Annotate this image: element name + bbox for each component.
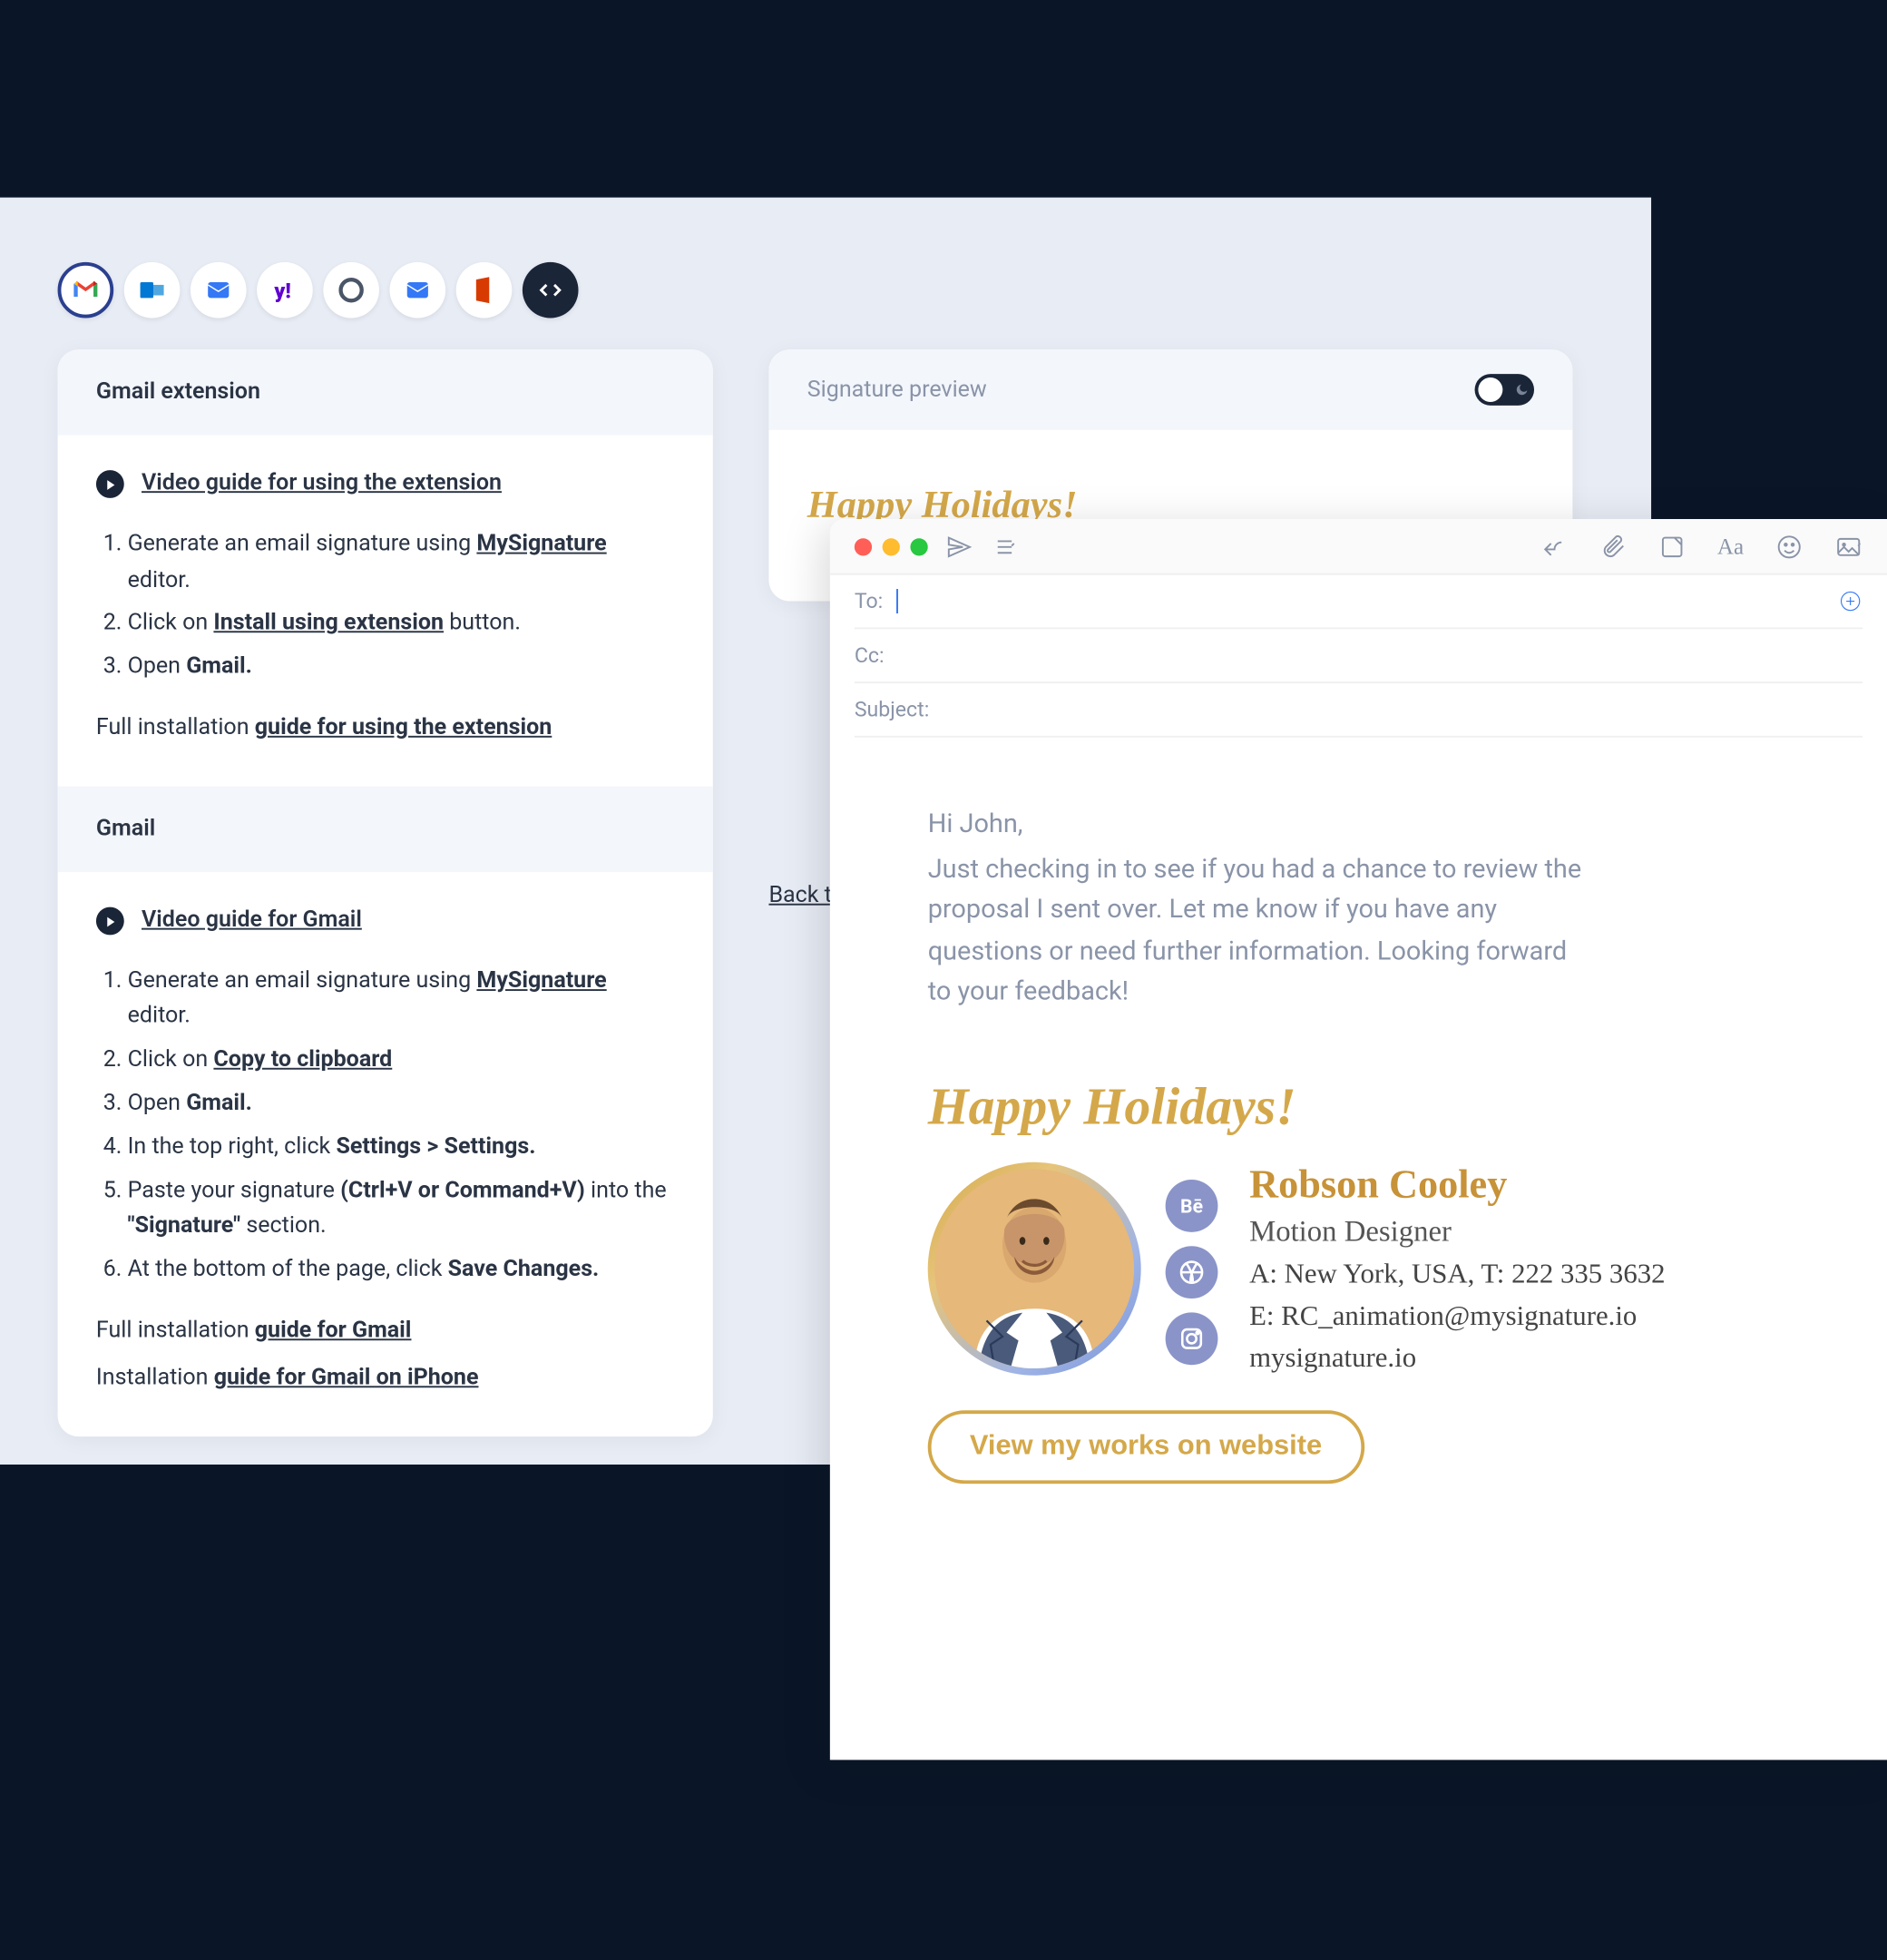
- play-icon: [96, 907, 124, 936]
- gmail-steps: Generate an email signature using MySign…: [96, 964, 675, 1289]
- send-icon[interactable]: [945, 532, 973, 560]
- email-client-selector: y!: [58, 262, 579, 318]
- signature-title: Happy Holidays!: [928, 1078, 1790, 1137]
- compose-icon[interactable]: [1657, 532, 1686, 560]
- email-greeting: Hi John,: [928, 808, 1790, 839]
- client-yahoo-icon[interactable]: y!: [257, 262, 313, 318]
- dribbble-icon[interactable]: [1166, 1246, 1218, 1298]
- email-toolbar: Aa: [830, 519, 1887, 575]
- list-icon[interactable]: [991, 532, 1019, 560]
- guide-iphone-link[interactable]: guide for Gmail on iPhone: [214, 1365, 479, 1391]
- client-gmail-icon[interactable]: [58, 262, 114, 318]
- full-guide-extension: Full installation guide for using the ex…: [96, 711, 675, 748]
- to-field[interactable]: To:: [855, 575, 1863, 630]
- guide-gmail-link[interactable]: guide for Gmail: [255, 1318, 412, 1344]
- image-icon[interactable]: [1834, 532, 1863, 560]
- instructions-card: Gmail extension Video guide for using th…: [58, 349, 713, 1436]
- client-outlook-icon[interactable]: [124, 262, 181, 318]
- video-guide-extension[interactable]: Video guide for using the extension: [96, 466, 675, 503]
- signature-block: Happy Holidays!: [928, 1078, 1790, 1484]
- reply-icon[interactable]: [1539, 532, 1567, 560]
- gmail-header: Gmail: [58, 786, 713, 871]
- instagram-icon[interactable]: [1166, 1312, 1218, 1365]
- gmail-extension-header: Gmail extension: [58, 349, 713, 435]
- social-icons: Bē: [1166, 1180, 1218, 1365]
- video-guide-gmail-link[interactable]: Video guide for Gmail: [142, 903, 362, 939]
- extension-steps: Generate an email signature using MySign…: [96, 527, 675, 687]
- emoji-icon[interactable]: [1775, 532, 1804, 560]
- avatar: [928, 1162, 1141, 1376]
- minimize-icon[interactable]: [883, 537, 900, 554]
- guide-extension-link[interactable]: guide for using the extension: [255, 715, 552, 741]
- signature-name: Robson Cooley: [1249, 1162, 1665, 1208]
- video-guide-extension-link[interactable]: Video guide for using the extension: [142, 466, 502, 503]
- client-thunderbird-icon[interactable]: [323, 262, 379, 318]
- avatar-person-icon: [934, 1169, 1134, 1368]
- cc-field[interactable]: Cc:: [855, 629, 1863, 683]
- subject-field[interactable]: Subject:: [855, 683, 1863, 738]
- close-icon[interactable]: [855, 537, 872, 554]
- window-controls[interactable]: [855, 537, 928, 554]
- svg-text:y!: y!: [273, 279, 290, 303]
- signature-address: A: New York, USA, T: 222 335 3632: [1249, 1260, 1665, 1292]
- signature-role: Motion Designer: [1249, 1215, 1665, 1250]
- behance-icon[interactable]: Bē: [1166, 1180, 1218, 1232]
- preview-title: Signature preview: [807, 377, 987, 403]
- signature-site[interactable]: mysignature.io: [1249, 1344, 1665, 1376]
- install-guide-iphone: Installation guide for Gmail on iPhone: [96, 1361, 675, 1397]
- email-body[interactable]: Hi John, Just checking in to see if you …: [830, 738, 1887, 1519]
- view-works-button[interactable]: View my works on website: [928, 1410, 1364, 1484]
- email-compose-window: Aa To: Cc: Subject: Hi John, Just checki…: [830, 519, 1887, 1759]
- email-text: Just checking in to see if you had a cha…: [928, 849, 1592, 1012]
- add-recipient-icon[interactable]: [1838, 589, 1863, 613]
- full-guide-gmail: Full installation guide for Gmail: [96, 1314, 675, 1350]
- client-mail-icon[interactable]: [191, 262, 247, 318]
- client-mail2-icon[interactable]: [389, 262, 445, 318]
- moon-icon: [1515, 383, 1529, 397]
- client-code-icon[interactable]: [523, 262, 579, 318]
- dark-mode-toggle[interactable]: [1475, 374, 1534, 406]
- attachment-icon[interactable]: [1599, 532, 1627, 560]
- maximize-icon[interactable]: [910, 537, 927, 554]
- client-office-icon[interactable]: [456, 262, 513, 318]
- play-icon: [96, 471, 124, 499]
- font-size-icon[interactable]: Aa: [1717, 532, 1744, 560]
- video-guide-gmail[interactable]: Video guide for Gmail: [96, 903, 675, 939]
- signature-email: E: RC_animation@mysignature.io: [1249, 1302, 1665, 1334]
